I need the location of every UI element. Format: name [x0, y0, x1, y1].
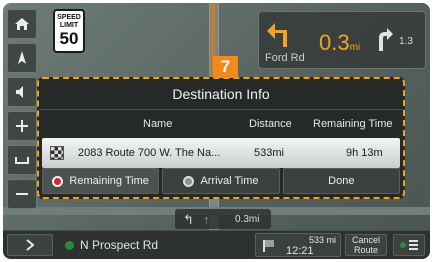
speed-limit-value: 50 — [59, 29, 79, 48]
menu-button[interactable] — [393, 234, 425, 256]
remaining-time-label: Remaining Time — [69, 175, 149, 187]
home-icon — [15, 18, 29, 30]
home-button[interactable] — [7, 9, 37, 39]
callout-marker: 7 — [213, 56, 238, 78]
column-remaining-time: Remaining Time — [313, 118, 393, 130]
lane-distance: 0.3mi — [235, 214, 260, 225]
dialog-title: Destination Info — [39, 79, 403, 110]
turn-road-name: Ford Rd — [265, 52, 305, 64]
remaining-time-option[interactable]: Remaining Time — [42, 168, 160, 194]
next-turn-right-icon — [379, 28, 393, 51]
zoom-out-button[interactable] — [7, 179, 37, 209]
destination-row[interactable]: 2083 Route 700 W. The Na... 533mi 9h 13m — [42, 138, 400, 168]
turn-distance-unit: mi — [349, 42, 361, 53]
speed-limit-label: SPEED LIMIT — [57, 14, 81, 29]
trip-info[interactable]: 533 mi 12:21 — [255, 233, 341, 257]
radio-selected-icon — [52, 175, 64, 187]
expand-button[interactable] — [7, 234, 53, 256]
radio-unselected-icon — [183, 175, 195, 187]
checkered-flag-icon — [50, 146, 64, 160]
scale-button[interactable] — [7, 145, 37, 175]
trip-time: 12:21 — [286, 245, 314, 257]
volume-button[interactable] — [7, 77, 37, 107]
next-turn-distance: 1.3 — [399, 36, 413, 47]
turn-distance: 0.3mi — [319, 30, 360, 56]
arrival-time-label: Arrival Time — [200, 175, 259, 187]
arrival-time-option[interactable]: Arrival Time — [162, 168, 280, 194]
bottom-status-bar: N Prospect Rd 533 mi 12:21 Cancel Route — [3, 230, 430, 259]
current-road-name: N Prospect Rd — [80, 238, 159, 252]
chevron-right-icon — [26, 239, 34, 251]
zoom-in-button[interactable] — [7, 111, 37, 141]
done-label: Done — [328, 175, 355, 187]
lane-straight-arrow-icon: ↑ — [203, 212, 210, 227]
trip-distance: 533 mi — [308, 235, 336, 245]
destination-name: 2083 Route 700 W. The Na... — [78, 147, 221, 159]
turn-left-arrow-icon — [267, 23, 287, 47]
current-road: N Prospect Rd — [65, 238, 158, 252]
cancel-route-button[interactable]: Cancel Route — [345, 234, 387, 256]
lane-guidance: ↰ ↑ 0.3mi — [175, 209, 271, 229]
navigation-screen: SPEED LIMIT 50 0.3mi Ford Rd 1.3 7 Desti… — [3, 3, 430, 259]
menu-icon — [400, 240, 418, 250]
plus-icon — [16, 120, 28, 132]
compass-icon — [18, 51, 26, 64]
destination-remaining: 9h 13m — [346, 147, 383, 159]
scale-icon — [15, 157, 29, 164]
speaker-icon — [16, 86, 23, 98]
dialog-buttons: Remaining Time Arrival Time Done — [42, 168, 400, 194]
dialog-column-headers: Name Distance Remaining Time — [39, 110, 403, 136]
minus-icon — [16, 193, 28, 195]
destination-flag-icon — [263, 240, 274, 252]
gps-status-icon — [65, 240, 74, 250]
turn-guidance-panel[interactable]: 0.3mi Ford Rd 1.3 — [258, 11, 426, 69]
compass-button[interactable] — [7, 43, 37, 73]
column-distance: Distance — [249, 118, 292, 130]
done-button[interactable]: Done — [282, 168, 400, 194]
destination-info-dialog: Destination Info Name Distance Remaining… — [37, 77, 405, 199]
lane-left-arrow-icon: ↰ — [183, 212, 194, 227]
column-name: Name — [143, 118, 173, 130]
turn-distance-value: 0.3 — [319, 30, 350, 55]
destination-distance: 533mi — [254, 147, 284, 159]
speed-limit-sign: SPEED LIMIT 50 — [53, 9, 85, 53]
